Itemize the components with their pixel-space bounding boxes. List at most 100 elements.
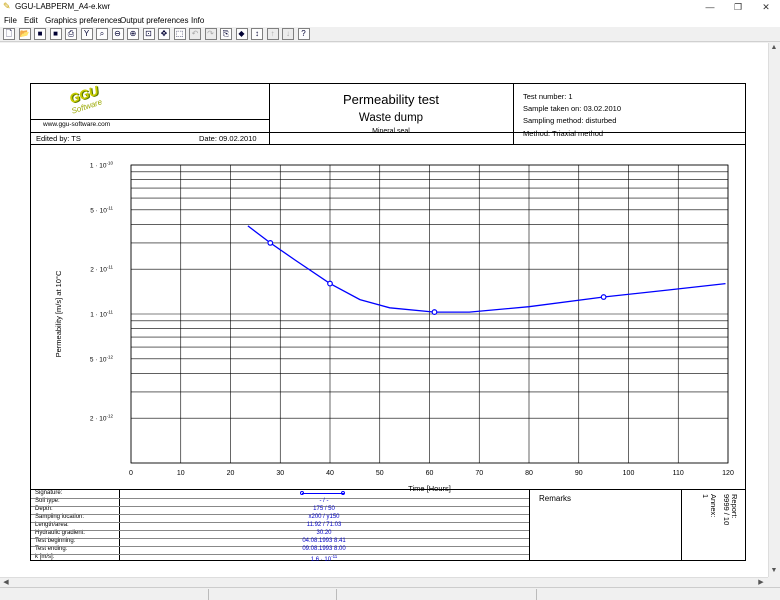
legend-value: 04.08.1993 8.41 — [119, 538, 529, 544]
legend-value: x200 / y150 — [119, 514, 529, 520]
signature-marker — [341, 491, 345, 495]
data-point-marker — [267, 240, 274, 246]
x-tick-label: 0 — [129, 470, 133, 477]
minimize-button[interactable]: — — [696, 0, 724, 14]
x-tick-label: 90 — [575, 470, 583, 477]
x-tick-label: 70 — [475, 470, 483, 477]
report-value: 9999 / 10 — [722, 494, 731, 526]
menu-info[interactable]: Info — [191, 16, 204, 25]
vertical-scrollbar[interactable]: ▲ ▼ — [768, 43, 780, 577]
x-tick-label: 30 — [276, 470, 284, 477]
menu-file[interactable]: File — [4, 16, 17, 25]
maximize-button[interactable]: ❐ — [724, 0, 752, 14]
legend-value-text: 1.6 · 10 — [310, 557, 332, 563]
data-point-marker — [327, 280, 333, 287]
scroll-right-arrow[interactable]: ▶ — [756, 578, 766, 587]
legend-value: 30.20 — [119, 530, 529, 536]
horizontal-scrollbar[interactable]: ◀ ▶ — [0, 577, 768, 587]
menu-output-preferences[interactable]: Output preferences — [120, 16, 188, 25]
method-label: Method: Triaxial method — [523, 129, 604, 138]
close-button[interactable]: ✕ — [752, 0, 780, 14]
new-file-icon[interactable]: 🗋 — [3, 28, 15, 40]
window-title: GGU-LABPERM_A4-e.kwr — [15, 2, 111, 11]
redo-icon[interactable]: ↷ — [204, 28, 217, 40]
sample-taken-label: Sample taken on: 03.02.2010 — [523, 104, 621, 113]
report-label: Report: — [730, 494, 739, 519]
menu-edit[interactable]: Edit — [24, 16, 38, 25]
x-tick-label: 50 — [376, 470, 384, 477]
data-point-marker — [431, 309, 438, 315]
signature-marker — [300, 491, 304, 495]
x-tick-label: 80 — [525, 470, 533, 477]
zoom-rect-icon[interactable]: ⌕ — [96, 28, 108, 40]
vertical-arrows-icon[interactable]: ↕ — [251, 28, 263, 40]
legend-value-exponent: -11 — [331, 554, 338, 559]
legend-value-text: 30.20 — [316, 530, 332, 536]
status-bar — [0, 587, 780, 600]
save-icon[interactable]: ■ — [34, 28, 46, 40]
zoom-in-icon[interactable]: ⊕ — [127, 28, 139, 40]
status-pane-1 — [208, 589, 336, 600]
print-icon[interactable]: ⎙ — [65, 28, 77, 40]
title-bar: ✎ GGU-LABPERM_A4-e.kwr — ❐ ✕ — [0, 0, 780, 14]
document-canvas: GGU Software www.ggu-software.com Edited… — [0, 43, 768, 577]
legend-label: Signature: — [35, 490, 63, 496]
legend-value-text: 175 / 50 — [313, 506, 335, 512]
legend-value-text: 11.92 / 71.03 — [306, 522, 342, 528]
filter-icon[interactable]: Y — [80, 28, 93, 40]
header-logo-divider — [31, 119, 269, 120]
app-window: ✎ GGU-LABPERM_A4-e.kwr — ❐ ✕ File Edit Gra… — [0, 0, 780, 600]
status-pane-3 — [536, 589, 656, 600]
x-tick-label: 100 — [623, 470, 635, 477]
legend-value: 175 / 50 — [119, 506, 529, 512]
legend-value: 11.92 / 71.03 — [119, 522, 529, 528]
arrow-down-icon[interactable]: ↓ — [282, 28, 294, 40]
menu-graphics-preferences[interactable]: Graphics preferences — [45, 16, 121, 25]
permeability-chart: 0 10 20 30 40 50 60 70 80 90 100 110 120 1 · 10-10 5 ·… — [54, 161, 734, 494]
legend-value-text: x200 / y150 — [308, 514, 340, 520]
y-axis-label: Permeability [m/s] at 10°C — [54, 270, 63, 357]
x-tick-label: 120 — [722, 470, 734, 477]
test-number-label: Test number: 1 — [523, 92, 573, 101]
app-icon: ✎ — [3, 1, 11, 11]
menu-bar: File Edit Graphics preferences Output prefe… — [0, 14, 780, 27]
help-icon[interactable]: ? — [297, 28, 310, 40]
report-subtitle-2: Mineral seal — [372, 128, 410, 135]
website-label: www.ggu-software.com — [43, 121, 111, 128]
header-vline-2 — [513, 84, 514, 144]
legend-value-text: 04.08.1993 8.41 — [302, 538, 346, 544]
remarks-title: Remarks — [539, 494, 572, 503]
x-tick-label: 40 — [326, 470, 334, 477]
paint-icon[interactable]: ◆ — [235, 28, 248, 40]
legend-value-text: - / - — [319, 498, 329, 504]
report-sheet: GGU Software www.ggu-software.com Edited… — [30, 83, 746, 563]
fit-page-icon[interactable]: ⊡ — [142, 28, 155, 40]
y-tick-label: 2 · 10-12 — [90, 414, 114, 423]
zoom-out-icon[interactable]: ⊖ — [111, 28, 124, 40]
scroll-down-arrow[interactable]: ▼ — [769, 566, 779, 575]
legend-value: 09.08.1993 8.00 — [119, 546, 529, 552]
scroll-up-arrow[interactable]: ▲ — [769, 43, 779, 52]
y-tick-label: 5 · 10-11 — [90, 205, 113, 214]
y-tick-label: 2 · 10-11 — [90, 265, 113, 274]
legend-value: 1.6 · 10-11 — [119, 554, 529, 563]
ggu-logo: GGU Software — [67, 83, 103, 117]
report-subtitle: Waste dump — [358, 112, 424, 124]
legend-vline-report — [681, 489, 682, 561]
undo-icon[interactable]: ↶ — [189, 28, 201, 40]
save-as-icon[interactable]: ■ — [49, 28, 62, 40]
x-tick-label: 20 — [227, 470, 235, 477]
annex-value: 1 — [701, 494, 710, 499]
open-folder-icon[interactable]: 📂 — [18, 28, 31, 40]
legend-top-line — [31, 489, 745, 490]
select-icon[interactable]: ⬚ — [173, 28, 186, 40]
report-title: Permeability test — [342, 92, 440, 107]
data-point-marker — [600, 294, 607, 300]
legend-value-text: 09.08.1993 8.00 — [302, 546, 346, 552]
move-icon[interactable]: ✥ — [158, 28, 170, 40]
date-label: Date: 09.02.2010 — [199, 134, 257, 143]
scroll-left-arrow[interactable]: ◀ — [1, 578, 11, 587]
copy-icon[interactable]: ⎘ — [220, 28, 232, 40]
legend-value: - / - — [119, 498, 529, 504]
arrow-up-icon[interactable]: ↑ — [266, 28, 279, 40]
